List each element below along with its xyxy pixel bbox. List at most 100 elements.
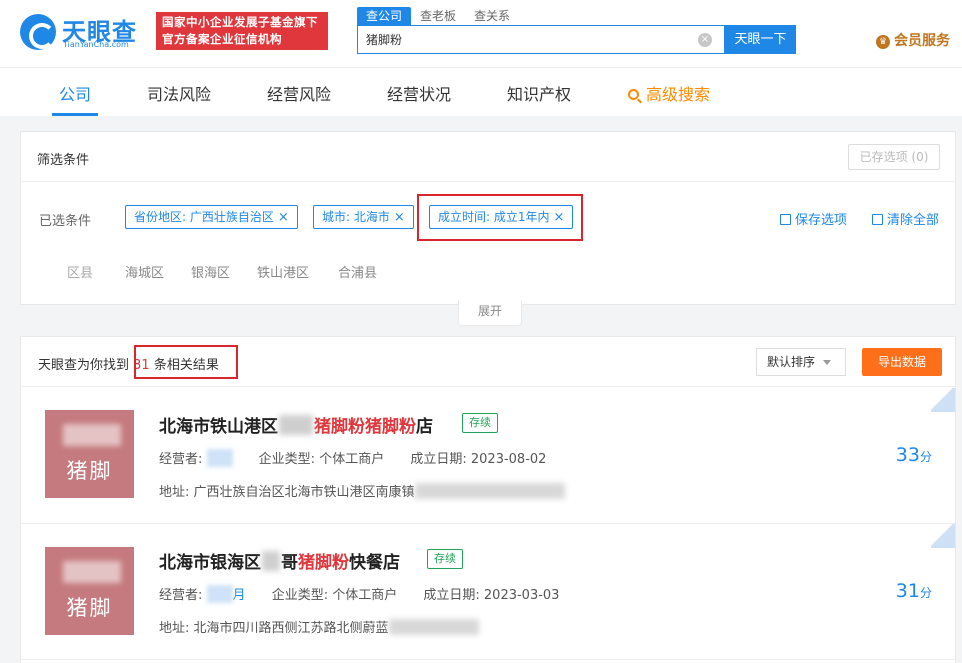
remove-tag-icon[interactable]: × — [554, 210, 565, 225]
tab-search-boss[interactable]: 查老板 — [411, 7, 465, 25]
name-prefix: 北海市铁山港区 — [159, 417, 278, 437]
clear-search-icon[interactable]: × — [698, 33, 712, 47]
date-value: 2023-08-02 — [470, 452, 547, 467]
logo-text: 猪脚 — [66, 596, 113, 620]
expand-button[interactable]: 展开 — [458, 300, 522, 326]
company-logo: 猪脚 — [45, 410, 134, 498]
search-type-tabs: 查公司 查老板 查关系 — [357, 7, 519, 25]
result-prefix: 天眼查为你找到 — [38, 358, 130, 373]
logo-eye-icon — [20, 14, 56, 50]
nav-operating-risk[interactable]: 经营风险 — [267, 81, 331, 105]
nav-intellectual-property[interactable]: 知识产权 — [507, 81, 571, 105]
name-mid: 哥 — [281, 553, 298, 573]
blurred-logo-text — [63, 561, 121, 583]
search-box: × — [357, 25, 725, 54]
company-address: 地址: 北海市四川路西侧江苏路北侧蔚蓝 — [159, 617, 479, 636]
date-label: 成立日期: — [423, 588, 480, 603]
result-card[interactable]: 猪脚 北海市铁山港区 猪脚粉猪脚粉店 存续 经营者: 企业类型: 个体工商户 成立… — [21, 388, 955, 524]
nav-company[interactable]: 公司 — [59, 81, 91, 105]
nav-advanced-search[interactable]: 高级搜索 — [628, 81, 710, 105]
date-label: 成立日期: — [410, 452, 467, 467]
tab-search-relation[interactable]: 查关系 — [465, 7, 519, 25]
logo-domain: TianYanCha.com — [63, 40, 129, 49]
operator-label: 经营者: — [159, 452, 203, 467]
type-label: 企业类型: — [258, 452, 316, 467]
corner-badge-icon — [931, 388, 955, 412]
save-icon — [780, 214, 791, 225]
district-option[interactable]: 海城区 — [125, 262, 164, 281]
operator-label: 经营者: — [159, 588, 203, 603]
address-label: 地址: — [159, 621, 190, 636]
company-address: 地址: 广西壮族自治区北海市铁山港区南康镇 — [159, 481, 565, 500]
tianyancha-logo[interactable]: 天眼查 TianYanCha.com — [20, 12, 148, 52]
operator-tail[interactable]: 月 — [233, 588, 246, 603]
district-option[interactable]: 银海区 — [191, 262, 230, 281]
score-unit: 分 — [919, 586, 932, 600]
remove-tag-icon[interactable]: × — [278, 210, 289, 225]
search-button[interactable]: 天眼一下 — [725, 25, 796, 54]
clear-all-label: 清除全部 — [887, 213, 940, 228]
vip-label: 会员服务 — [894, 33, 950, 49]
selected-conditions-label: 已选条件 — [39, 214, 92, 229]
nav-operating-status[interactable]: 经营状况 — [387, 81, 451, 105]
company-meta: 经营者: 月 企业类型: 个体工商户 成立日期: 2023-03-03 — [159, 584, 559, 603]
result-card[interactable]: 猪脚 北海市银海区 哥猪脚粉快餐店 存续 经营者: 月 企业类型: 个体工商户 成… — [21, 524, 955, 660]
company-score: 33分 — [896, 444, 932, 466]
clear-all-link[interactable]: 清除全部 — [872, 209, 939, 228]
district-label: 区县 — [67, 266, 94, 281]
redacted-address — [414, 483, 565, 499]
date-value: 2023-03-03 — [483, 588, 560, 603]
status-badge: 存续 — [427, 549, 463, 569]
caret-down-icon — [823, 360, 831, 365]
nav-judicial-risk[interactable]: 司法风险 — [147, 81, 211, 105]
redacted-text — [262, 551, 280, 571]
company-name[interactable]: 北海市银海区 哥猪脚粉快餐店 — [159, 548, 400, 573]
certification-banner: 国家中小企业发展子基金旗下 官方备案企业征信机构 — [156, 12, 328, 50]
vip-service-link[interactable]: ♛ 会员服务 — [876, 30, 950, 50]
corner-badge-icon — [931, 524, 955, 548]
tab-search-company[interactable]: 查公司 — [357, 7, 412, 25]
export-data-button[interactable]: 导出数据 — [862, 348, 942, 376]
filter-tag-city: 城市: 北海市 × — [313, 205, 414, 229]
redacted-operator — [206, 449, 233, 467]
crown-icon: ♛ — [876, 35, 890, 49]
redacted-address — [388, 619, 479, 635]
company-meta: 经营者: 企业类型: 个体工商户 成立日期: 2023-08-02 — [159, 448, 546, 467]
name-highlight: 猪脚粉猪脚粉 — [314, 417, 416, 437]
search-icon — [628, 89, 639, 100]
advanced-search-label: 高级搜索 — [646, 85, 711, 104]
main-nav: 公司 司法风险 经营风险 经营状况 知识产权 高级搜索 — [0, 68, 962, 116]
annotation-highlight-box — [134, 345, 238, 379]
active-tab-underline — [52, 113, 98, 116]
address-value: 北海市四川路西侧江苏路北侧蔚蓝 — [193, 621, 389, 636]
status-badge: 存续 — [462, 413, 498, 433]
saved-options-button[interactable]: 已存选项 (0) — [848, 144, 940, 170]
filter-tag-founded-time: 成立时间: 成立1年内 × — [429, 205, 574, 229]
divider — [21, 181, 955, 182]
redacted-operator — [206, 585, 233, 603]
trash-icon — [872, 214, 883, 225]
district-option[interactable]: 合浦县 — [338, 262, 377, 281]
filter-tag-province: 省份地区: 广西壮族自治区 × — [125, 205, 298, 229]
company-logo: 猪脚 — [45, 547, 134, 635]
banner-line-1: 国家中小企业发展子基金旗下 — [162, 15, 318, 29]
name-prefix: 北海市银海区 — [159, 553, 261, 573]
company-score: 31分 — [896, 580, 932, 602]
search-input[interactable] — [358, 26, 688, 53]
name-suffix: 店 — [416, 417, 433, 437]
tag-label: 城市: 北海市 — [322, 210, 390, 224]
save-option-link[interactable]: 保存选项 — [780, 209, 847, 228]
results-panel: 天眼查为你找到 31 条相关结果 默认排序 导出数据 猪脚 北海市铁山港区 猪脚粉… — [20, 336, 956, 663]
filter-panel: 筛选条件 已存选项 (0) 已选条件 省份地区: 广西壮族自治区 × 城市: 北海… — [20, 131, 956, 326]
sort-label: 默认排序 — [767, 355, 816, 369]
redacted-text — [279, 415, 313, 435]
address-value: 广西壮族自治区北海市铁山港区南康镇 — [193, 485, 415, 500]
district-option[interactable]: 铁山港区 — [257, 262, 309, 281]
sort-dropdown[interactable]: 默认排序 — [756, 348, 846, 376]
name-suffix: 快餐店 — [349, 553, 400, 573]
company-name[interactable]: 北海市铁山港区 猪脚粉猪脚粉店 — [159, 412, 433, 437]
remove-tag-icon[interactable]: × — [394, 210, 405, 225]
type-value: 个体工商户 — [332, 588, 398, 603]
address-label: 地址: — [159, 485, 190, 500]
tag-label: 成立时间: 成立1年内 — [438, 210, 550, 224]
